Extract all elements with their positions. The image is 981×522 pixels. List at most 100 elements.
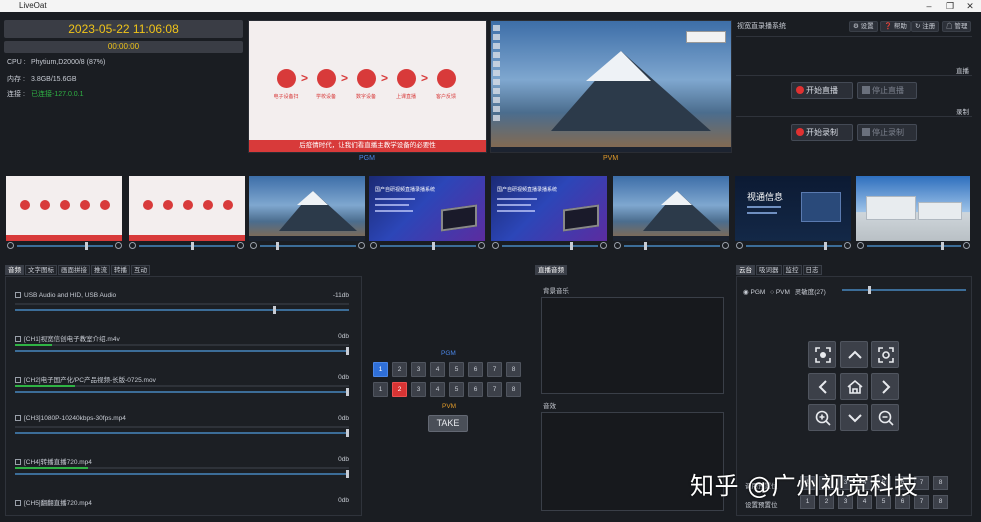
- slider-knob[interactable]: [432, 242, 435, 250]
- tilt-up-button[interactable]: [840, 341, 868, 368]
- preset-call-button-8[interactable]: 8: [933, 476, 948, 490]
- thumb-8-volume[interactable]: [857, 242, 971, 250]
- zoom-fit-button[interactable]: [808, 341, 836, 368]
- checkbox[interactable]: [15, 336, 21, 342]
- thumb-2-volume[interactable]: [129, 242, 245, 250]
- pvm-source-button-8[interactable]: 8: [506, 382, 521, 397]
- pgm-source-button-6[interactable]: 6: [468, 362, 483, 377]
- step-label: 客户反馈: [435, 94, 456, 100]
- volume-slider[interactable]: [15, 470, 349, 478]
- pgm-source-button-1[interactable]: 1: [373, 362, 388, 377]
- volume-knob[interactable]: [346, 388, 349, 396]
- pgm-source-button-2[interactable]: 2: [392, 362, 407, 377]
- take-button[interactable]: TAKE: [428, 415, 468, 432]
- pvm-source-button-4[interactable]: 4: [430, 382, 445, 397]
- close-icon[interactable]: ✕: [962, 0, 978, 12]
- pvm-source-button-7[interactable]: 7: [487, 382, 502, 397]
- slider-knob[interactable]: [644, 242, 647, 250]
- radio-pvm[interactable]: ○ PVM: [770, 289, 790, 296]
- minimize-icon[interactable]: –: [921, 0, 937, 12]
- slider-knob[interactable]: [85, 242, 88, 250]
- checkbox[interactable]: [15, 500, 21, 506]
- checkbox[interactable]: [15, 459, 21, 465]
- audio-channel-label: USB Audio and HID, USB Audio: [24, 292, 117, 299]
- thumb-7[interactable]: 视通信息: [735, 176, 851, 241]
- pgm-source-button-4[interactable]: 4: [430, 362, 445, 377]
- pvm-source-button-6[interactable]: 6: [468, 382, 483, 397]
- slider-knob[interactable]: [941, 242, 944, 250]
- focus-button[interactable]: [871, 341, 899, 368]
- maximize-icon[interactable]: ❐: [942, 0, 958, 12]
- pvm-source-button-3[interactable]: 3: [411, 382, 426, 397]
- tab-log[interactable]: 日志: [802, 265, 822, 275]
- pvm-source-button-5[interactable]: 5: [449, 382, 464, 397]
- pgm-source-button-7[interactable]: 7: [487, 362, 502, 377]
- tab-interact[interactable]: 互动: [131, 265, 150, 275]
- tab-text-icon[interactable]: 文字图标: [25, 265, 57, 275]
- volume-slider[interactable]: [15, 429, 349, 437]
- thumb-3-volume[interactable]: [250, 242, 366, 250]
- thumb-5[interactable]: 国产自研视频直播录播系统: [491, 176, 607, 241]
- home-button[interactable]: [840, 373, 868, 400]
- stop-record-button[interactable]: 停止录制: [857, 124, 917, 141]
- preset-set-button-8[interactable]: 8: [933, 495, 948, 509]
- zoom-in-button[interactable]: [808, 404, 836, 431]
- slider-knob[interactable]: [570, 242, 573, 250]
- tab-monitor[interactable]: 监控: [782, 265, 802, 275]
- pvm-monitor[interactable]: [490, 20, 732, 153]
- tab-speech[interactable]: 吸词器: [756, 265, 782, 275]
- pgm-source-button-5[interactable]: 5: [449, 362, 464, 377]
- tab-live-audio[interactable]: 直播音频: [535, 265, 567, 275]
- thumb-5-volume[interactable]: [492, 242, 608, 250]
- settings-button[interactable]: ⚙ 设置: [849, 21, 878, 32]
- thumb-6-volume[interactable]: [614, 242, 730, 250]
- pgm-source-button-8[interactable]: 8: [506, 362, 521, 377]
- volume-slider[interactable]: [15, 306, 349, 314]
- sensitivity-knob[interactable]: [868, 286, 871, 294]
- manage-button[interactable]: ☖ 管理: [942, 21, 972, 32]
- tab-layout[interactable]: 画面拼接: [58, 265, 90, 275]
- stop-live-button[interactable]: 停止直播: [857, 82, 917, 99]
- volume-knob[interactable]: [273, 306, 277, 314]
- slider-knob[interactable]: [191, 242, 194, 250]
- volume-knob[interactable]: [346, 347, 349, 355]
- thumb-4[interactable]: 国产自研视频直播录播系统: [369, 176, 485, 241]
- checkbox[interactable]: [15, 415, 21, 421]
- pgm-source-button-3[interactable]: 3: [411, 362, 426, 377]
- tab-audio[interactable]: 音频: [5, 265, 24, 275]
- pgm-label: PGM: [359, 155, 375, 162]
- thumb-8[interactable]: [856, 176, 970, 241]
- tab-relay[interactable]: 转播: [111, 265, 130, 275]
- volume-slider[interactable]: [15, 347, 349, 355]
- thumb-7-volume[interactable]: [736, 242, 852, 250]
- checkbox[interactable]: [15, 292, 21, 298]
- checkbox[interactable]: [15, 377, 21, 383]
- register-button[interactable]: ↻ 注册: [911, 21, 940, 32]
- pgm-monitor[interactable]: > > > > 电子设备扫 学校设备 数字设备 上课直播 客户反馈 后疫情时代，…: [248, 20, 487, 153]
- tilt-down-button[interactable]: [840, 404, 868, 431]
- slider-knob[interactable]: [276, 242, 279, 250]
- thumb-6[interactable]: [613, 176, 729, 241]
- tab-stream[interactable]: 推流: [91, 265, 110, 275]
- volume-knob[interactable]: [346, 470, 349, 478]
- volume-knob[interactable]: [346, 429, 349, 437]
- volume-slider[interactable]: [15, 388, 349, 396]
- radio-pgm[interactable]: ◉ PGM: [743, 289, 765, 296]
- tab-ptz[interactable]: 云台: [736, 265, 755, 275]
- pan-right-button[interactable]: [871, 373, 899, 400]
- help-button[interactable]: ❓ 帮助: [880, 21, 911, 32]
- slider-knob[interactable]: [824, 242, 827, 250]
- thumb-1-volume[interactable]: [7, 242, 123, 250]
- zoom-out-button[interactable]: [871, 404, 899, 431]
- thumb-4-volume[interactable]: [370, 242, 486, 250]
- pvm-source-button-1[interactable]: 1: [373, 382, 388, 397]
- sensitivity-slider[interactable]: [842, 286, 966, 294]
- pvm-source-button-2[interactable]: 2: [392, 382, 407, 397]
- bgm-list[interactable]: [541, 297, 724, 394]
- pan-left-button[interactable]: [808, 373, 836, 400]
- start-live-button[interactable]: 开始直播: [791, 82, 853, 99]
- thumb-3[interactable]: [249, 176, 365, 241]
- start-record-button[interactable]: 开始录制: [791, 124, 853, 141]
- thumb-2[interactable]: [129, 176, 245, 241]
- thumb-1[interactable]: [6, 176, 122, 241]
